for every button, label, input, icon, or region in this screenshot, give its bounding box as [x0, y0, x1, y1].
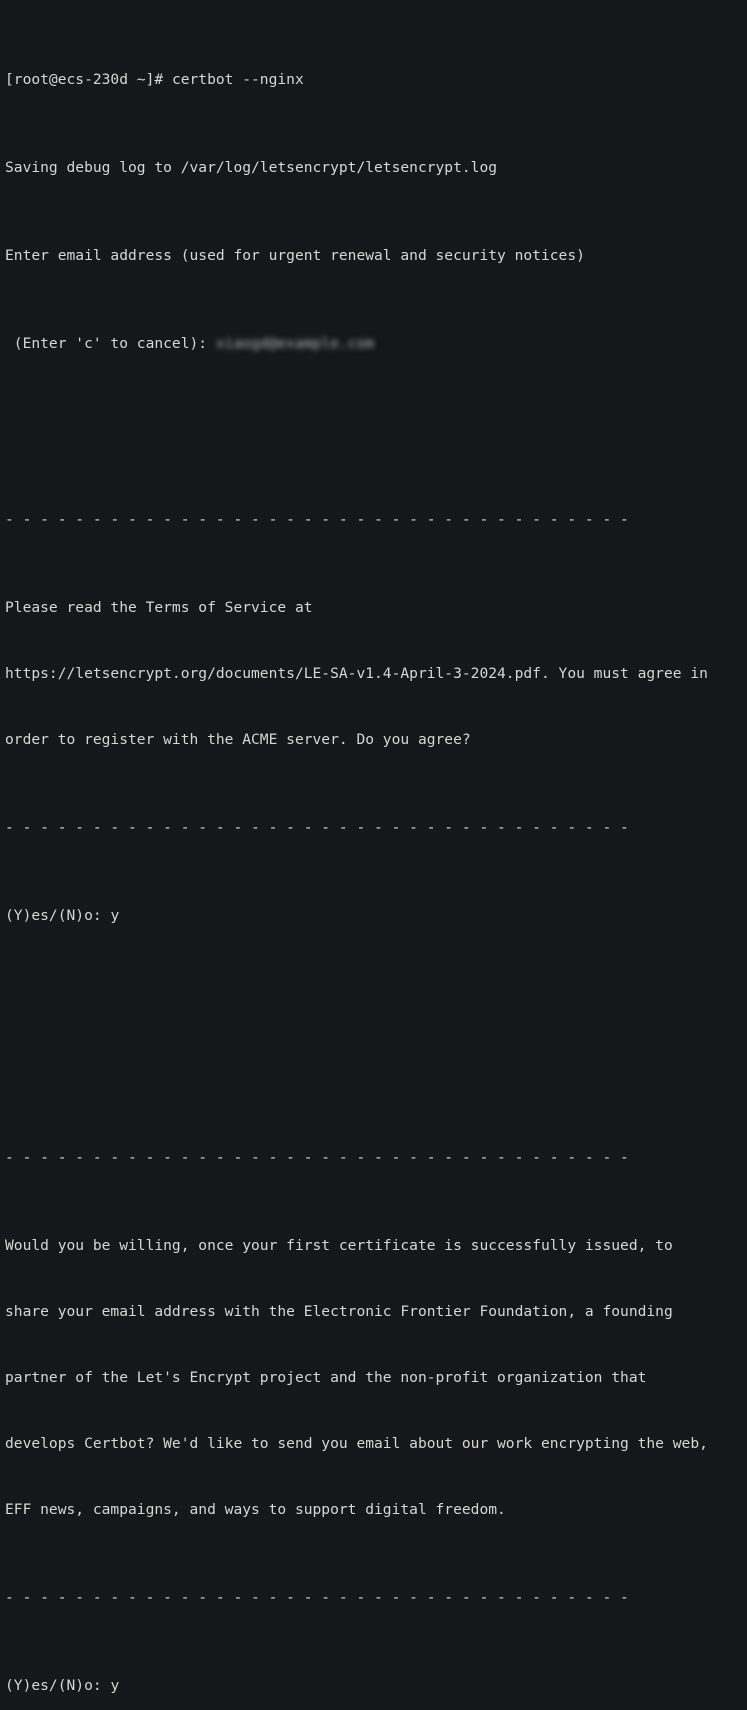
eff-line-3: partner of the Let's Encrypt project and… [5, 1369, 647, 1386]
yes-no-prompt-2: (Y)es/(N)o: y [5, 1675, 747, 1697]
separator-line: - - - - - - - - - - - - - - - - - - - - … [5, 1589, 629, 1606]
command-prompt-line: [root@ecs-230d ~]# certbot --nginx [5, 69, 747, 91]
tos-line-3: order to register with the ACME server. … [5, 731, 471, 748]
email-prompt-line: Enter email address (used for urgent ren… [5, 247, 585, 264]
email-cancel-hint: (Enter 'c' to cancel): [5, 335, 216, 352]
separator-line: - - - - - - - - - - - - - - - - - - - - … [5, 511, 629, 528]
eff-line-2: share your email address with the Electr… [5, 1303, 673, 1320]
email-input-line: (Enter 'c' to cancel): xiaogd@example.co… [5, 333, 747, 355]
separator-line: - - - - - - - - - - - - - - - - - - - - … [5, 1149, 629, 1166]
yes-no-label-1: (Y)es/(N)o: [5, 907, 111, 924]
tos-line-2: https://letsencrypt.org/documents/LE-SA-… [5, 665, 708, 682]
eff-line-1: Would you be willing, once your first ce… [5, 1237, 673, 1254]
redacted-email-value: xiaogd@example.com [215, 335, 375, 352]
yes-no-answer-1: y [110, 907, 120, 924]
separator-line: - - - - - - - - - - - - - - - - - - - - … [5, 819, 629, 836]
eff-line-4: develops Certbot? We'd like to send you … [5, 1435, 708, 1452]
tos-line-1: Please read the Terms of Service at [5, 599, 313, 616]
terminal-screen[interactable]: [root@ecs-230d ~]# certbot --nginx Savin… [0, 0, 747, 1694]
command-text: certbot --nginx [171, 71, 304, 88]
shell-prompt: [root@ecs-230d ~]# [5, 71, 172, 88]
eff-line-5: EFF news, campaigns, and ways to support… [5, 1501, 506, 1518]
yes-no-label-2: (Y)es/(N)o: [5, 1677, 111, 1694]
log-path-line: Saving debug log to /var/log/letsencrypt… [5, 159, 498, 176]
yes-no-answer-2: y [110, 1677, 120, 1694]
yes-no-prompt-1: (Y)es/(N)o: y [5, 905, 747, 927]
